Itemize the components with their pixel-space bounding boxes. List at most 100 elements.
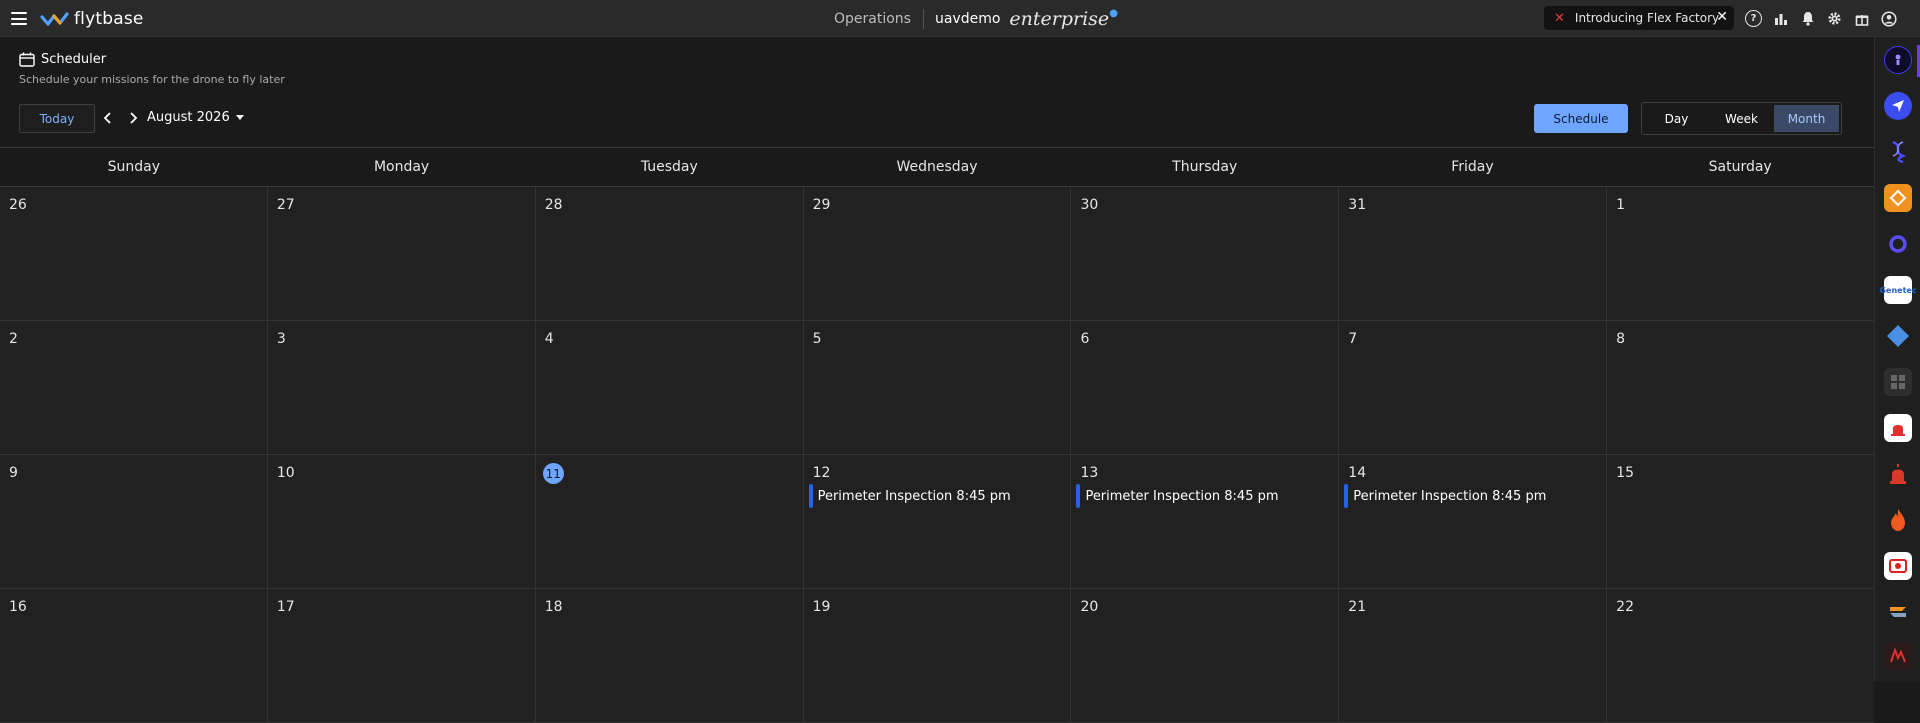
organization-name[interactable]: uavdemo — [924, 11, 1000, 27]
day-cell[interactable]: 20 — [1071, 589, 1340, 722]
event-color-bar — [1076, 484, 1081, 508]
day-cell[interactable]: 19 — [803, 589, 1072, 722]
mission-event[interactable]: Perimeter Inspection 8:45 pm — [1076, 484, 1279, 508]
weekday-label: Friday — [1451, 159, 1494, 175]
mission-event[interactable]: Perimeter Inspection 8:45 pm — [808, 484, 1011, 508]
next-month-icon[interactable] — [125, 110, 141, 126]
center-nav: Operations uavdemo enterprise● — [834, 0, 1118, 37]
view-toggle: Day Week Month — [1641, 102, 1842, 135]
view-week[interactable]: Week — [1709, 105, 1774, 132]
promo-banner[interactable]: ✕ Introducing Flex Factory ✕ — [1544, 6, 1734, 30]
week-row: 26 27 28 29 30 31 1 — [0, 187, 1875, 321]
today-button[interactable]: Today — [19, 104, 95, 133]
day-cell[interactable]: 27 — [267, 187, 536, 320]
help-icon[interactable]: ? — [1745, 10, 1762, 27]
bell-icon[interactable] — [1799, 10, 1816, 27]
day-number: 3 — [276, 331, 286, 347]
view-day[interactable]: Day — [1644, 105, 1709, 132]
day-number: 12 — [812, 465, 831, 481]
day-number: 15 — [1616, 465, 1634, 481]
day-number: 2 — [9, 331, 18, 347]
day-cell[interactable]: 16 — [0, 589, 268, 722]
edition-dot-icon: ● — [1109, 7, 1118, 19]
page-title: Scheduler — [19, 52, 106, 67]
month-label-text: August 2026 — [147, 110, 230, 125]
day-number: 10 — [276, 465, 295, 481]
day-number: 8 — [1616, 331, 1626, 347]
day-cell[interactable]: 11 — [535, 455, 804, 588]
day-cell[interactable]: 1 — [1607, 187, 1875, 320]
week-row: 16 17 18 19 20 21 22 — [0, 589, 1875, 723]
edition-label: enterprise● — [1009, 8, 1118, 30]
view-month[interactable]: Month — [1774, 105, 1839, 132]
day-cell[interactable]: 6 — [1071, 321, 1340, 454]
day-number: 31 — [1348, 197, 1367, 213]
weekday-label: Saturday — [1708, 159, 1772, 175]
day-cell[interactable]: 26 — [0, 187, 268, 320]
day-number: 29 — [812, 197, 831, 213]
day-number: 16 — [9, 599, 27, 615]
day-cell[interactable]: 5 — [803, 321, 1072, 454]
fire-app-icon[interactable] — [1884, 506, 1912, 534]
day-number: 20 — [1080, 599, 1099, 615]
close-icon[interactable]: ✕ — [1716, 9, 1728, 25]
day-cell[interactable]: 10 — [267, 455, 536, 588]
day-number: 19 — [812, 599, 831, 615]
day-cell[interactable]: 22 — [1607, 589, 1875, 722]
grid-app-icon[interactable] — [1884, 368, 1912, 396]
gear-icon[interactable] — [1826, 10, 1843, 27]
schedule-button[interactable]: Schedule — [1534, 104, 1628, 133]
drone-avatar-icon[interactable] — [1884, 46, 1912, 74]
dna-app-icon[interactable] — [1884, 138, 1912, 166]
day-cell[interactable]: 3 — [267, 321, 536, 454]
siren-app-icon[interactable] — [1884, 460, 1912, 488]
genetec-app-icon[interactable]: Genetec — [1879, 276, 1917, 304]
alarm-app-icon[interactable] — [1884, 414, 1912, 442]
prev-month-icon[interactable] — [100, 110, 116, 126]
partner-app-icon[interactable] — [1884, 642, 1912, 670]
day-cell[interactable]: 21 — [1339, 589, 1608, 722]
day-cell[interactable]: 9 — [0, 455, 268, 588]
day-cell[interactable]: 13 Perimeter Inspection 8:45 pm — [1071, 455, 1340, 588]
day-cell[interactable]: 31 — [1339, 187, 1608, 320]
event-color-bar — [1344, 484, 1349, 508]
day-cell[interactable]: 28 — [535, 187, 804, 320]
day-cell[interactable]: 30 — [1071, 187, 1340, 320]
day-cell[interactable]: 4 — [535, 321, 804, 454]
caret-down-icon — [235, 115, 244, 120]
stack-app-icon[interactable] — [1884, 598, 1912, 626]
day-cell[interactable]: 15 — [1607, 455, 1875, 588]
ring-app-icon[interactable] — [1884, 230, 1912, 258]
day-number: 17 — [276, 599, 295, 615]
calendar-grid: 26 27 28 29 30 31 1 2 3 4 5 6 7 8 9 10 11 12 Perimeter Ins… — [0, 187, 1875, 723]
account-icon[interactable] — [1880, 10, 1897, 27]
day-number: 21 — [1348, 599, 1367, 615]
mission-event[interactable]: Perimeter Inspection 8:45 pm — [1344, 484, 1546, 508]
day-cell[interactable]: 29 — [803, 187, 1072, 320]
video-app-icon[interactable] — [1884, 552, 1912, 580]
month-selector[interactable]: August 2026 — [147, 110, 244, 125]
day-cell[interactable]: 12 Perimeter Inspection 8:45 pm — [803, 455, 1072, 588]
weekday-header: Sunday Monday Tuesday Wednesday Thursday… — [0, 148, 1874, 187]
gift-icon[interactable] — [1853, 10, 1870, 27]
operations-link[interactable]: Operations — [834, 8, 924, 29]
day-cell[interactable]: 18 — [535, 589, 804, 722]
navigation-app-icon[interactable] — [1884, 92, 1912, 120]
day-number: 27 — [276, 197, 295, 213]
day-cell[interactable]: 2 — [0, 321, 268, 454]
day-number: 14 — [1348, 465, 1367, 481]
page-subtitle: Schedule your missions for the drone to … — [19, 73, 285, 86]
edition-text: enterprise — [1009, 7, 1110, 30]
day-cell[interactable]: 17 — [267, 589, 536, 722]
page-title-text: Scheduler — [41, 52, 107, 67]
menu-icon[interactable] — [11, 12, 27, 25]
weekday-label: Tuesday — [640, 159, 698, 175]
today-date-badge: 11 — [542, 463, 564, 484]
orange-app-icon[interactable] — [1884, 184, 1912, 212]
day-cell[interactable]: 8 — [1607, 321, 1875, 454]
day-cell[interactable]: 7 — [1339, 321, 1608, 454]
brand-logo[interactable]: flytbase — [40, 8, 144, 30]
diamond-app-icon[interactable] — [1884, 322, 1912, 350]
day-cell[interactable]: 14 Perimeter Inspection 8:45 pm — [1339, 455, 1608, 588]
analytics-icon[interactable] — [1772, 10, 1789, 27]
